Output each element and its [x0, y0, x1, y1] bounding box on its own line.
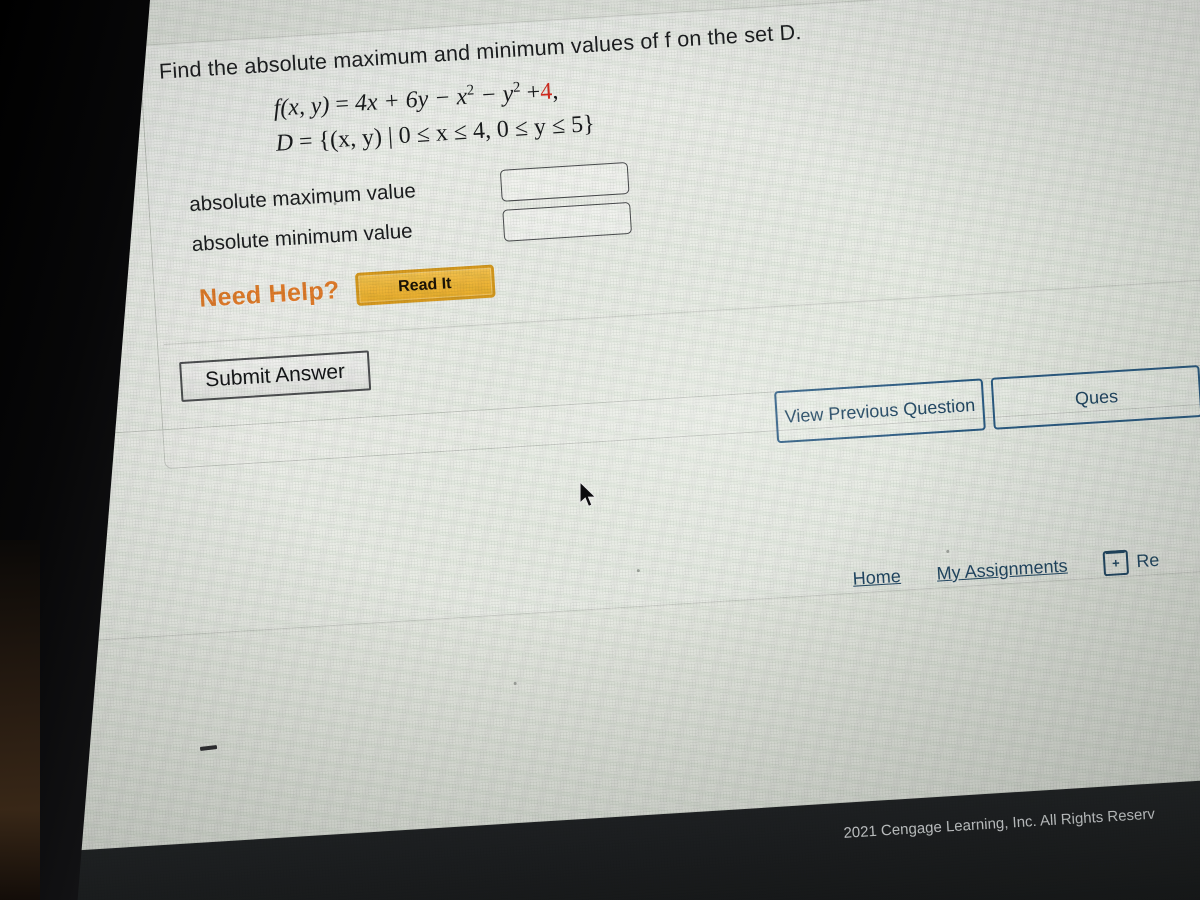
function-term-2: + 6y — [382, 86, 430, 115]
mouse-cursor — [579, 481, 597, 508]
function-term-4: − y2 — [479, 79, 521, 109]
absolute-minimum-input[interactable] — [502, 201, 633, 242]
home-link[interactable]: Home — [852, 566, 901, 590]
resume-assignment-control[interactable]: + Re — [1102, 548, 1160, 577]
footer-bar: 2021 Cengage Learning, Inc. All Rights R… — [0, 773, 1200, 900]
copyright-text: 2021 Cengage Learning, Inc. All Rights R… — [843, 805, 1156, 842]
domain-equals: = — [298, 128, 314, 156]
absolute-maximum-label: absolute maximum value — [188, 179, 417, 217]
absolute-minimum-label: absolute minimum value — [191, 219, 414, 257]
function-term-1: 4x — [354, 89, 379, 117]
submit-answer-button[interactable]: Submit Answer — [179, 350, 372, 403]
absolute-maximum-input[interactable] — [499, 162, 630, 202]
photo-of-monitor: Responses/submit?pos=3&dep=26328770&tags… — [0, 0, 1200, 900]
read-it-button[interactable]: Read It — [354, 264, 496, 307]
domain-lhs: D — [274, 129, 294, 157]
background-desk — [0, 540, 40, 900]
function-lhs: f(x, y) — [272, 92, 331, 122]
need-help-label: Need Help? — [198, 276, 341, 313]
function-equals: = — [334, 91, 350, 118]
calendar-plus-icon: + — [1102, 549, 1130, 577]
monitor-screen: Responses/submit?pos=3&dep=26328770&tags… — [0, 0, 1200, 900]
exponent-2a: 2 — [466, 82, 475, 99]
function-comma: , — [551, 78, 560, 105]
page-content: Find the absolute maximum and minimum va… — [0, 0, 1200, 900]
function-term-3: − x2 — [433, 82, 475, 112]
exponent-2b: 2 — [512, 79, 521, 96]
resume-label: Re — [1135, 549, 1160, 572]
